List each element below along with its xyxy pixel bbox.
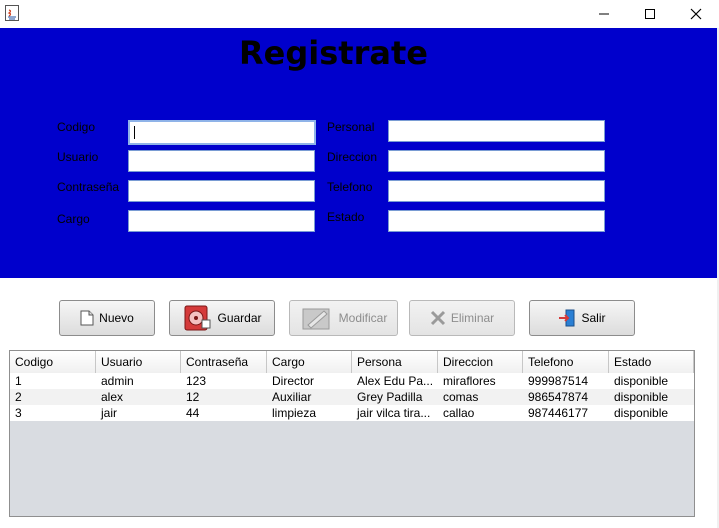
- close-button[interactable]: [673, 0, 719, 28]
- modificar-button[interactable]: Modificar: [289, 300, 398, 336]
- guardar-button[interactable]: Guardar: [169, 300, 275, 336]
- page-title: Registrate: [239, 34, 428, 72]
- table-cell: 12: [186, 390, 200, 404]
- table-cell: 44: [186, 406, 200, 420]
- table-cell: jair: [101, 406, 118, 420]
- table-cell: alex: [101, 390, 124, 404]
- column-header[interactable]: Usuario: [96, 351, 181, 373]
- cargo-label: Cargo: [57, 212, 90, 226]
- column-header[interactable]: Estado: [609, 351, 694, 373]
- table-cell: 3: [15, 406, 22, 420]
- table-header: Codigo Usuario Contraseña Cargo Persona …: [10, 351, 694, 374]
- table-cell: 999987514: [528, 374, 589, 388]
- table-cell: 123: [186, 374, 207, 388]
- table-cell: admin: [101, 374, 134, 388]
- column-header[interactable]: Telefono: [523, 351, 609, 373]
- estado-field[interactable]: [388, 210, 605, 232]
- column-header[interactable]: Persona: [352, 351, 438, 373]
- estado-label: Estado: [327, 210, 365, 224]
- eliminar-button[interactable]: Eliminar: [409, 300, 515, 336]
- contrasena-label: Contraseña: [57, 180, 120, 194]
- delete-x-icon: [430, 310, 445, 326]
- table-cell: Grey Padilla: [357, 390, 423, 404]
- table-cell: 2: [15, 390, 22, 404]
- edit-icon: [302, 308, 330, 330]
- text-caret: [134, 126, 135, 139]
- table-cell: Alex Edu Pa...: [357, 374, 434, 388]
- table-row[interactable]: 1 admin 123 Director Alex Edu Pa... mira…: [10, 373, 694, 389]
- column-header[interactable]: Cargo: [267, 351, 352, 373]
- column-header[interactable]: Direccion: [438, 351, 523, 373]
- table-cell: 986547874: [528, 390, 589, 404]
- users-table: Codigo Usuario Contraseña Cargo Persona …: [9, 350, 695, 517]
- salir-button[interactable]: Salir: [529, 300, 635, 336]
- table-cell: Director: [272, 374, 315, 388]
- cargo-field[interactable]: [128, 210, 315, 232]
- table-cell: limpieza: [272, 406, 317, 420]
- table-cell: miraflores: [443, 374, 496, 388]
- usuario-label: Usuario: [57, 150, 99, 164]
- codigo-field[interactable]: [128, 120, 316, 145]
- personal-label: Personal: [327, 120, 375, 134]
- table-cell: disponible: [614, 390, 669, 404]
- maximize-icon: [645, 9, 655, 19]
- codigo-label: Codigo: [57, 120, 96, 134]
- save-disk-icon: [184, 305, 211, 331]
- title-bar: [0, 0, 719, 28]
- personal-field[interactable]: [388, 120, 605, 142]
- table-cell: disponible: [614, 406, 669, 420]
- new-document-icon: [80, 310, 94, 326]
- table-cell: disponible: [614, 374, 669, 388]
- column-header[interactable]: Contraseña: [181, 351, 267, 373]
- nuevo-button[interactable]: Nuevo: [59, 300, 155, 336]
- minimize-icon: [599, 13, 609, 15]
- table-body: 1 admin 123 Director Alex Edu Pa... mira…: [10, 373, 694, 421]
- table-row[interactable]: 3 jair 44 limpieza jair vilca tira... ca…: [10, 405, 694, 421]
- maximize-button[interactable]: [627, 0, 673, 28]
- contrasena-field[interactable]: [128, 180, 315, 202]
- direccion-label: Direccion: [327, 150, 378, 164]
- table-cell: comas: [443, 390, 479, 404]
- table-cell: Auxiliar: [272, 390, 312, 404]
- registration-panel: Registrate Codigo Usuario Contraseña Car…: [0, 28, 717, 278]
- telefono-label: Telefono: [327, 180, 373, 194]
- java-app-icon: [5, 5, 19, 21]
- usuario-field[interactable]: [128, 150, 315, 172]
- table-cell: callao: [443, 406, 475, 420]
- table-cell: 1: [15, 374, 22, 388]
- table-cell: jair vilca tira...: [357, 406, 431, 420]
- column-header[interactable]: Codigo: [10, 351, 96, 373]
- table-row[interactable]: 2 alex 12 Auxiliar Grey Padilla comas 98…: [10, 389, 694, 405]
- table-cell: 987446177: [528, 406, 589, 420]
- minimize-button[interactable]: [581, 0, 627, 28]
- direccion-field[interactable]: [388, 150, 605, 172]
- telefono-field[interactable]: [388, 180, 605, 202]
- exit-door-icon: [559, 309, 575, 327]
- close-icon: [690, 8, 702, 20]
